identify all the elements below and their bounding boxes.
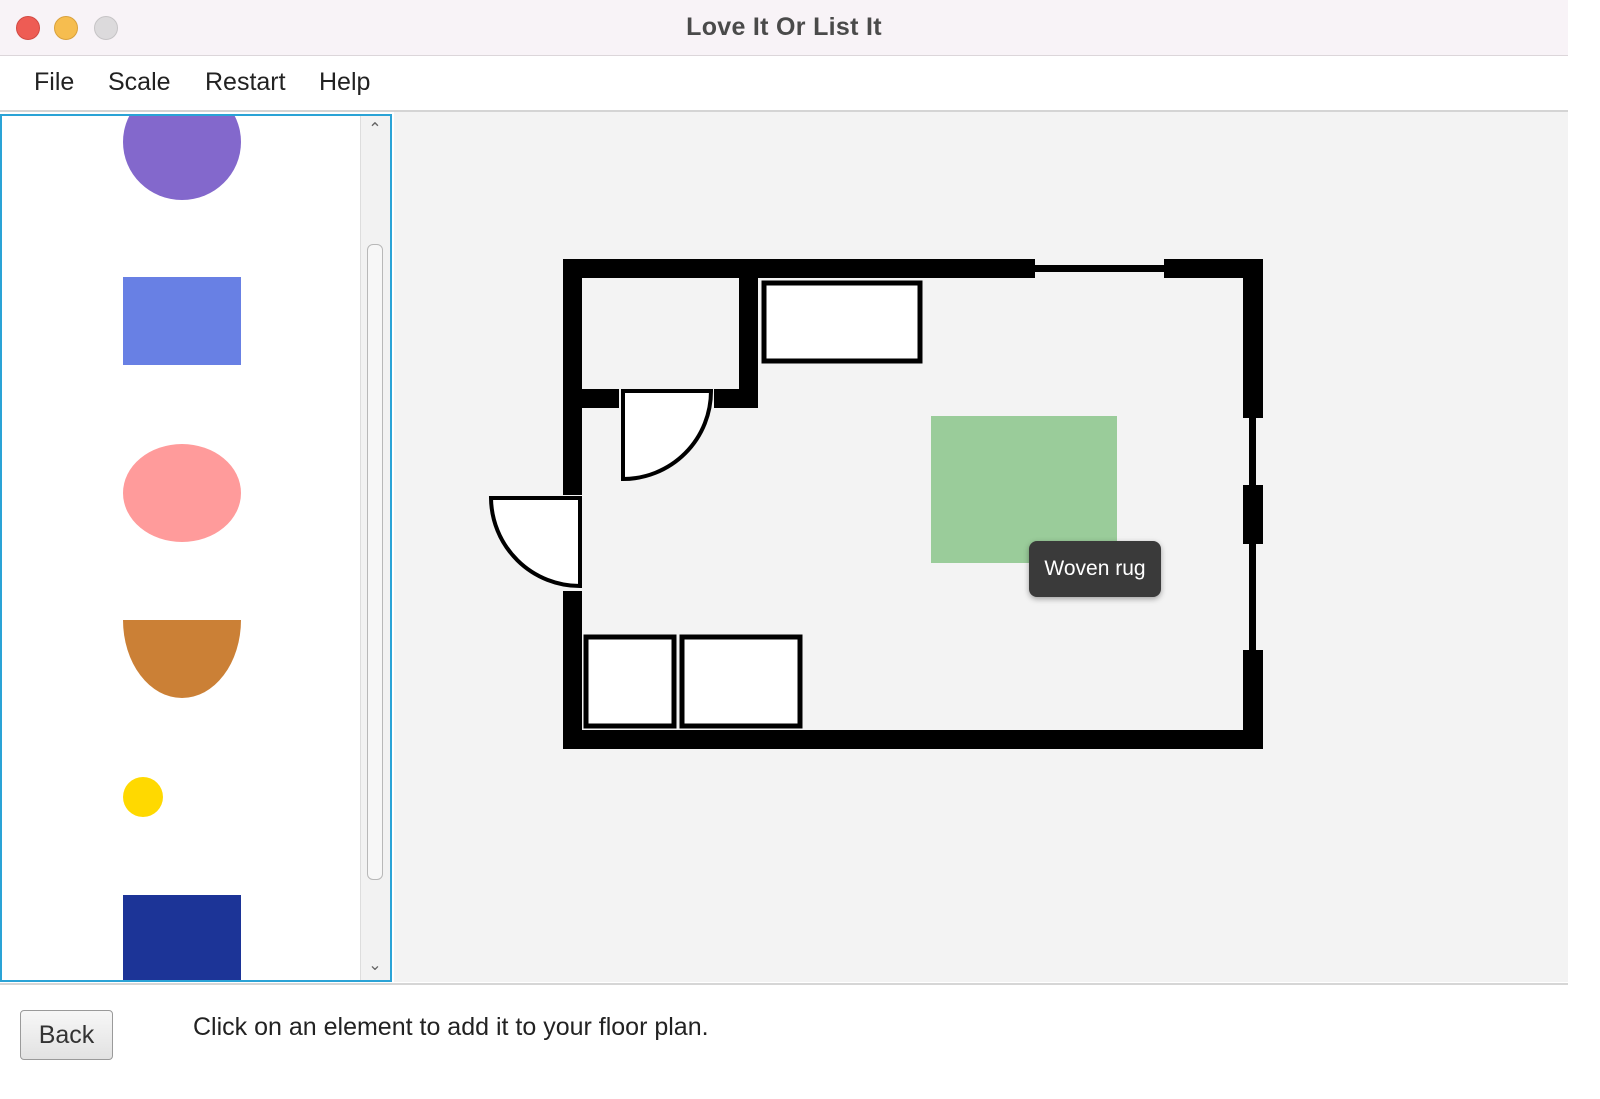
palette-item-dark-rectangle[interactable]: [123, 895, 241, 980]
wall-bottom: [563, 730, 1263, 749]
menu-file[interactable]: File: [34, 68, 74, 97]
furniture-top[interactable]: [761, 280, 923, 364]
status-bar: Back Click on an element to add it to yo…: [0, 983, 1568, 1099]
menu-help[interactable]: Help: [319, 68, 370, 97]
entry-door[interactable]: [488, 496, 582, 589]
palette-item-half-ellipse[interactable]: [123, 620, 241, 698]
palette-item-rectangle[interactable]: [123, 277, 241, 365]
closet-wall-left-stub: [563, 389, 619, 408]
floor-plan-canvas[interactable]: [394, 112, 1568, 982]
palette-item-ellipse[interactable]: [123, 444, 241, 542]
scroll-down-icon[interactable]: ⌄: [361, 956, 389, 976]
wall-left-upper: [563, 259, 582, 495]
palette-item-small-circle[interactable]: [123, 777, 163, 817]
palette-item-circle[interactable]: [123, 116, 241, 200]
rug-tooltip: Woven rug: [1029, 541, 1161, 597]
scroll-up-icon[interactable]: ⌃: [361, 120, 389, 140]
wall-left-lower: [563, 591, 582, 749]
title-bar: Love It Or List It: [0, 0, 1568, 56]
closet-wall-vertical: [739, 259, 758, 408]
furniture-bottom-left[interactable]: [583, 634, 677, 729]
back-button[interactable]: Back: [20, 1010, 113, 1060]
wall-right-lower: [1243, 650, 1263, 749]
palette-scrollbar[interactable]: ⌃ ⌄: [360, 116, 390, 980]
app-window: Love It Or List It File Scale Restart He…: [0, 0, 1568, 1099]
closet-wall-right-stub: [714, 389, 758, 408]
window-top: [1033, 265, 1166, 272]
menu-restart[interactable]: Restart: [205, 68, 286, 97]
menu-bar: File Scale Restart Help: [0, 56, 1568, 112]
scroll-thumb[interactable]: [367, 244, 383, 880]
furniture-bottom-right[interactable]: [679, 634, 803, 729]
element-palette: ⌃ ⌄: [0, 114, 392, 982]
instruction-text: Click on an element to add it to your fl…: [193, 1013, 709, 1041]
closet-door[interactable]: [621, 389, 714, 482]
wall-right-mid: [1243, 485, 1263, 544]
floor-plan-drawing: [488, 259, 1263, 749]
wall-right-upper: [1243, 259, 1263, 418]
menu-scale[interactable]: Scale: [108, 68, 171, 97]
wall-top-left: [563, 259, 1035, 278]
window-title: Love It Or List It: [686, 13, 882, 41]
